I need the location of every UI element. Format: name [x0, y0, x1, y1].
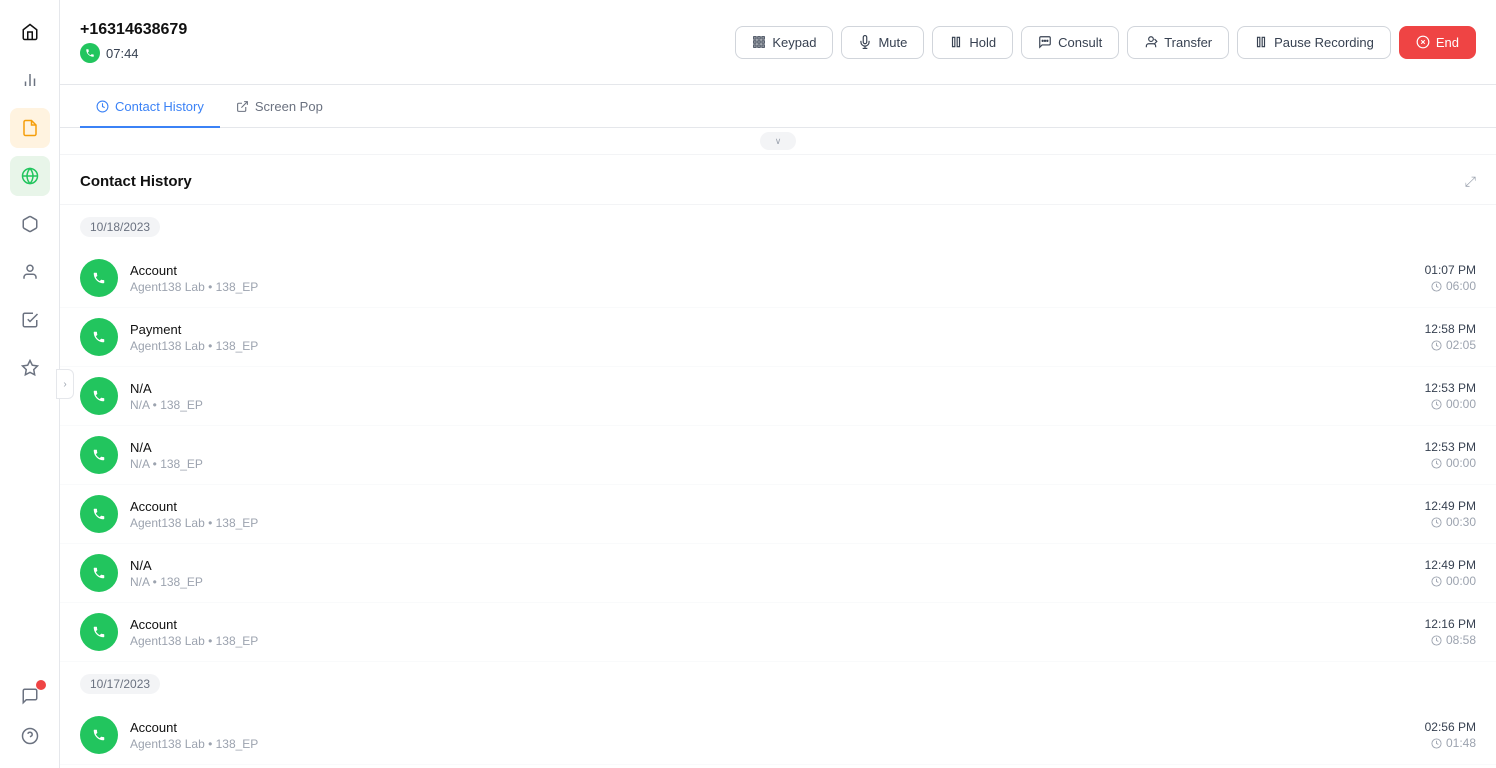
pause-recording-button[interactable]: Pause Recording [1237, 26, 1391, 59]
contact-meta: 12:58 PM 02:05 [1425, 322, 1476, 352]
mute-button[interactable]: Mute [841, 26, 924, 59]
collapse-row: ∨ [60, 128, 1496, 155]
contact-item[interactable]: N/A N/A • 138_EP 12:49 PM 00:00 [60, 544, 1496, 603]
contact-details: N/A N/A • 138_EP [130, 440, 1425, 471]
contact-avatar [80, 495, 118, 533]
transfer-button[interactable]: Transfer [1127, 26, 1229, 59]
sidebar-item-users[interactable] [10, 252, 50, 292]
keypad-button[interactable]: Keypad [735, 26, 833, 59]
top-bar: +16314638679 07:44 Keypad Mute Hold [60, 0, 1496, 85]
main-content: +16314638679 07:44 Keypad Mute Hold [60, 0, 1496, 768]
hold-button[interactable]: Hold [932, 26, 1013, 59]
contact-avatar [80, 716, 118, 754]
call-timer: 07:44 [80, 43, 187, 63]
call-timer-text: 07:44 [106, 46, 139, 61]
date-badge-1: 10/18/2023 [80, 217, 160, 237]
date-badge-2: 10/17/2023 [80, 674, 160, 694]
contact-avatar [80, 436, 118, 474]
contact-details: Account Agent138 Lab • 138_EP [130, 720, 1425, 751]
consult-button[interactable]: Consult [1021, 26, 1119, 59]
sidebar-item-packages[interactable] [10, 204, 50, 244]
contact-avatar [80, 259, 118, 297]
sidebar-item-notes[interactable] [10, 108, 50, 148]
contact-details: Account Agent138 Lab • 138_EP [130, 617, 1425, 648]
sidebar-item-tasks[interactable] [10, 300, 50, 340]
sidebar-item-home[interactable] [10, 12, 50, 52]
end-button[interactable]: End [1399, 26, 1476, 59]
phone-number: +16314638679 [80, 21, 187, 39]
contact-duration: 01:48 [1425, 736, 1476, 750]
contact-details: N/A N/A • 138_EP [130, 381, 1425, 412]
date-divider-2: 10/17/2023 [60, 662, 1496, 706]
contact-details: Account Agent138 Lab • 138_EP [130, 263, 1425, 294]
call-icon [80, 43, 100, 63]
toolbar: Keypad Mute Hold Consult Transfer Pause … [735, 26, 1476, 59]
contact-history-panel: Contact History ⤢ 10/18/2023 Account Age… [60, 155, 1496, 768]
contact-meta: 12:49 PM 00:30 [1425, 499, 1476, 529]
contact-avatar [80, 377, 118, 415]
contact-duration: 08:58 [1425, 633, 1476, 647]
tab-screen-pop[interactable]: Screen Pop [220, 85, 339, 128]
sidebar-item-globe[interactable] [10, 156, 50, 196]
contact-duration: 06:00 [1425, 279, 1476, 293]
contact-item[interactable]: Account Agent138 Lab • 138_EP 12:16 PM 0… [60, 603, 1496, 662]
contact-details: Payment Agent138 Lab • 138_EP [130, 322, 1425, 353]
expand-icon[interactable]: ⤢ [1465, 173, 1476, 190]
contact-avatar [80, 318, 118, 356]
contact-avatar [80, 613, 118, 651]
panel-title: Contact History [80, 173, 192, 190]
contact-item[interactable]: Account Agent138 Lab • 138_EP 01:07 PM 0… [60, 249, 1496, 308]
tab-contact-history[interactable]: Contact History [80, 85, 220, 128]
collapse-button[interactable]: ∨ [760, 132, 796, 150]
panel-header: Contact History ⤢ [60, 155, 1496, 205]
sidebar-bottom [10, 676, 50, 756]
contact-item[interactable]: N/A N/A • 138_EP 12:53 PM 00:00 [60, 426, 1496, 485]
sidebar-item-chat[interactable] [10, 676, 50, 716]
contact-item[interactable]: Account Agent138 Lab • 138_EP 02:56 PM 0… [60, 706, 1496, 765]
sidebar [0, 0, 60, 768]
contact-duration: 02:05 [1425, 338, 1476, 352]
call-info: +16314638679 07:44 [80, 21, 187, 63]
contact-meta: 01:07 PM 06:00 [1425, 263, 1476, 293]
contact-details: Account Agent138 Lab • 138_EP [130, 499, 1425, 530]
contact-item[interactable]: Payment Agent138 Lab • 138_EP 12:58 PM 0… [60, 308, 1496, 367]
contact-duration: 00:00 [1425, 456, 1476, 470]
tabs-bar: Contact History Screen Pop [60, 85, 1496, 128]
chat-badge [36, 680, 46, 690]
contact-item[interactable]: N/A N/A • 138_EP 12:53 PM 00:00 [60, 367, 1496, 426]
contact-duration: 00:30 [1425, 515, 1476, 529]
contact-duration: 00:00 [1425, 574, 1476, 588]
contact-avatar [80, 554, 118, 592]
sidebar-item-star[interactable] [10, 348, 50, 388]
sidebar-collapse-arrow[interactable]: › [56, 369, 74, 399]
contact-meta: 12:16 PM 08:58 [1425, 617, 1476, 647]
contact-meta: 02:56 PM 01:48 [1425, 720, 1476, 750]
contact-meta: 12:53 PM 00:00 [1425, 381, 1476, 411]
contact-duration: 00:00 [1425, 397, 1476, 411]
contact-meta: 12:53 PM 00:00 [1425, 440, 1476, 470]
contact-meta: 12:49 PM 00:00 [1425, 558, 1476, 588]
contact-item[interactable]: Account Agent138 Lab • 138_EP 12:49 PM 0… [60, 485, 1496, 544]
sidebar-item-analytics[interactable] [10, 60, 50, 100]
date-divider-1: 10/18/2023 [60, 205, 1496, 249]
sidebar-item-help[interactable] [10, 716, 50, 756]
content-area: Contact History ⤢ 10/18/2023 Account Age… [60, 155, 1496, 768]
contact-details: N/A N/A • 138_EP [130, 558, 1425, 589]
